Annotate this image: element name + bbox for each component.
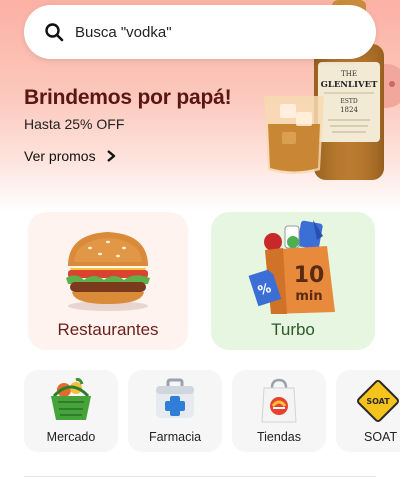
category-label: SOAT <box>364 430 398 444</box>
shopping-bag-icon <box>261 378 297 423</box>
svg-text:THE: THE <box>341 70 357 78</box>
svg-text:GLENLIVET: GLENLIVET <box>321 80 379 90</box>
section-divider <box>24 476 376 477</box>
search-input[interactable]: Busca "vodka" <box>75 24 172 41</box>
category-card-farmacia[interactable]: Farmacia <box>128 370 222 452</box>
category-card-tiendas[interactable]: Tiendas <box>232 370 326 452</box>
first-aid-kit-icon <box>156 378 194 418</box>
see-promos-label: Ver promos <box>24 148 96 164</box>
category-card-mercado[interactable]: Mercado <box>24 370 118 452</box>
turbo-bag-icon: 10 min % <box>248 220 335 314</box>
svg-text:10: 10 <box>294 263 325 288</box>
category-label: Turbo <box>271 320 315 339</box>
category-label: Mercado <box>46 430 96 444</box>
promo-subtitle: Hasta 25% OFF <box>24 116 125 132</box>
category-card-soat[interactable]: SOAT SOAT <box>336 370 400 452</box>
search-bar[interactable]: Busca "vodka" <box>24 5 376 59</box>
basket-icon <box>51 378 91 420</box>
search-icon <box>44 22 64 42</box>
svg-text:SOAT: SOAT <box>366 397 390 406</box>
category-card-turbo[interactable]: 10 min % Turbo <box>211 212 375 350</box>
category-label: Restaurantes <box>57 320 159 339</box>
category-card-restaurantes[interactable]: Restaurantes <box>28 212 188 350</box>
promo-title: Brindemos por papá! <box>24 86 232 109</box>
category-label: Farmacia <box>148 430 202 444</box>
svg-text:1824: 1824 <box>340 106 358 114</box>
category-label: Tiendas <box>256 430 301 444</box>
svg-text:min: min <box>295 289 322 304</box>
svg-text:ESTD: ESTD <box>340 98 357 105</box>
soat-sign-icon: SOAT <box>357 380 399 422</box>
promo-banner[interactable]: THE GLENLIVET ESTD 1824 Busca "vodka" Br… <box>0 0 400 212</box>
see-promos-link[interactable]: Ver promos <box>24 148 116 164</box>
chevron-right-icon <box>106 150 116 162</box>
burger-icon <box>66 232 150 311</box>
